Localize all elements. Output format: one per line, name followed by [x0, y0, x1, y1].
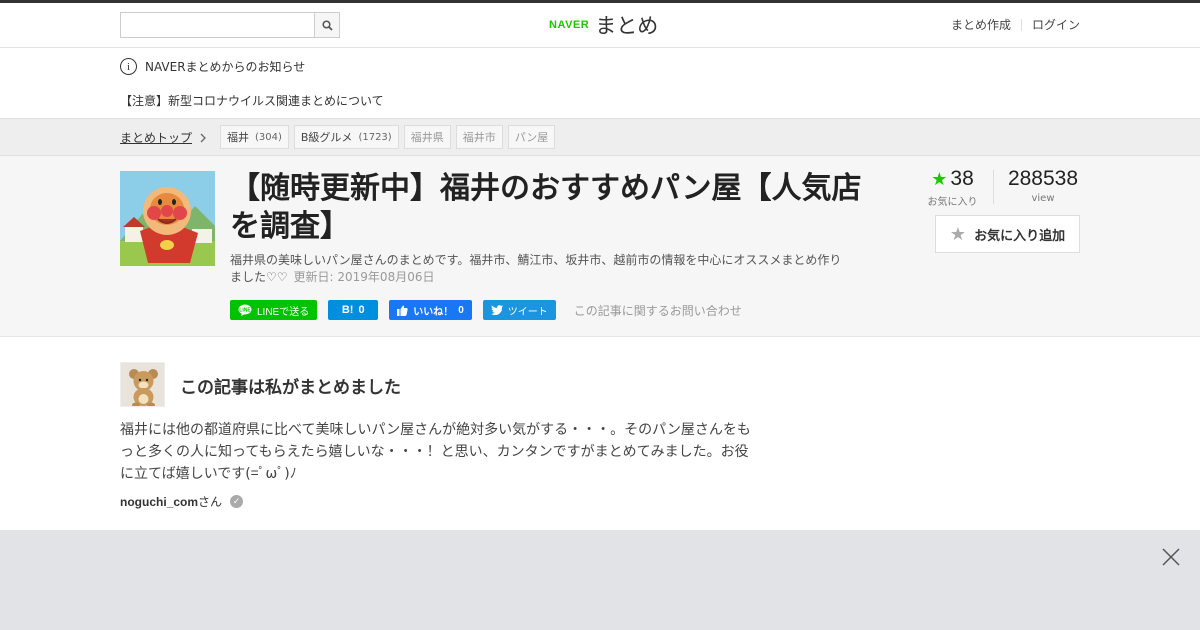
- author-id: noguchi_com: [120, 495, 199, 509]
- breadcrumb-top-label: まとめトップ: [120, 131, 193, 145]
- logo-naver: NAVER: [549, 19, 590, 31]
- add-favorite-label: お気に入り追加: [974, 228, 1066, 244]
- author-name[interactable]: noguchi_comさん ✓: [120, 493, 244, 510]
- share-bar: LINE LINEで送る B! 0 いいね！ 0 ツイート この記事に関するお問…: [230, 300, 742, 320]
- notice-heading: i NAVERまとめからのお知らせ: [120, 58, 305, 75]
- contact-link[interactable]: この記事に関するお問い合わせ: [574, 302, 742, 319]
- article-description: 福井県の美味しいパン屋さんのまとめです。福井市、鯖江市、坂井市、越前市の情報を中…: [230, 252, 850, 286]
- site-logo[interactable]: NAVER まとめ: [549, 9, 658, 41]
- tweet-label: ツイート: [507, 306, 548, 318]
- tag-label: 福井市: [462, 131, 496, 144]
- ad-banner: [0, 530, 1200, 630]
- author-section: この記事は私がまとめました 福井には他の都道府県に比べて美味しいパン屋さんが絶対…: [0, 337, 1200, 530]
- search-box: [120, 12, 340, 38]
- hatena-bookmark-button[interactable]: B! 0: [328, 300, 379, 320]
- search-button[interactable]: [314, 13, 339, 37]
- line-icon: LINE: [238, 304, 252, 316]
- thumbs-up-icon: [397, 305, 408, 316]
- author-avatar[interactable]: [120, 362, 165, 407]
- tag-count: (1723): [358, 131, 392, 143]
- view-label: view: [1031, 193, 1055, 204]
- facebook-like-label: いいね！: [413, 306, 454, 318]
- tweet-button[interactable]: ツイート: [482, 300, 556, 320]
- breadcrumb-top-link[interactable]: まとめトップ: [120, 129, 207, 146]
- line-share-label: LINEで送る: [257, 306, 310, 318]
- svg-text:LINE: LINE: [239, 308, 251, 314]
- facebook-like-count: 0: [458, 304, 464, 316]
- notice-heading-text: NAVERまとめからのお知らせ: [145, 60, 306, 74]
- chevron-right-icon: [200, 133, 206, 142]
- create-matome-link[interactable]: まとめ作成: [951, 16, 1011, 33]
- search-icon: [321, 19, 333, 31]
- verified-check-icon: ✓: [230, 495, 244, 508]
- search-input[interactable]: [121, 13, 314, 37]
- view-stat: 288538 view: [1007, 166, 1079, 204]
- login-link[interactable]: ログイン: [1032, 16, 1080, 33]
- tag-list: 福井 (304) B級グルメ (1723) 福井県 福井市 パン屋: [220, 125, 556, 149]
- top-links: まとめ作成 ログイン: [951, 16, 1080, 33]
- hatena-icon: B!: [341, 304, 354, 316]
- author-comment: 福井には他の都道府県に比べて美味しいパン屋さんが絶対多い気がする・・・。そのパン…: [120, 422, 751, 482]
- tag-count: (304): [255, 131, 282, 143]
- tag-fukui-pref[interactable]: 福井県: [403, 125, 451, 149]
- tag-fukui[interactable]: 福井 (304): [220, 125, 289, 149]
- article-thumbnail: [120, 171, 215, 266]
- view-count: 288538: [1007, 167, 1079, 190]
- twitter-bird-icon: [490, 305, 503, 315]
- top-header: NAVER まとめ まとめ作成 ログイン: [0, 0, 1200, 48]
- add-favorite-button[interactable]: ★ お気に入り追加: [935, 215, 1080, 253]
- tag-label: 福井県: [410, 131, 444, 144]
- tag-label: 福井: [227, 131, 249, 144]
- stat-divider: [993, 170, 994, 204]
- info-icon: i: [120, 58, 137, 75]
- facebook-like-button[interactable]: いいね！ 0: [389, 300, 472, 320]
- breadcrumb-bar: まとめトップ 福井 (304) B級グルメ (1723) 福井県 福井市 パン屋: [0, 118, 1200, 156]
- close-icon[interactable]: [1162, 548, 1180, 566]
- star-outline-icon: ★: [949, 223, 967, 245]
- favorite-label: お気に入り: [927, 197, 978, 208]
- tag-label: B級グルメ: [300, 131, 353, 144]
- tag-fukui-city[interactable]: 福井市: [455, 125, 503, 149]
- notice-link[interactable]: 【注意】新型コロナウイルス関連まとめについて: [120, 92, 384, 109]
- tag-bakery[interactable]: パン屋: [507, 125, 556, 149]
- logo-matome: まとめ: [595, 14, 659, 38]
- notice-area: i NAVERまとめからのお知らせ 【注意】新型コロナウイルス関連まとめについて: [0, 48, 1200, 118]
- author-suffix: さん: [198, 495, 223, 509]
- tag-b-gourmet[interactable]: B級グルメ (1723): [293, 125, 399, 149]
- line-share-button[interactable]: LINE LINEで送る: [230, 300, 318, 320]
- tag-label: パン屋: [514, 131, 549, 144]
- star-icon: ★: [931, 169, 948, 189]
- article-title: 【随時更新中】福井のおすすめパン屋【人気店を調査】: [230, 171, 862, 244]
- favorite-count: 38: [950, 167, 974, 190]
- hatena-count: 0: [358, 304, 365, 316]
- author-heading: この記事は私がまとめました: [180, 378, 401, 398]
- article-stats: ★ 38 お気に入り 288538 view: [925, 166, 1079, 208]
- link-divider: [1020, 18, 1022, 31]
- article-header: 【随時更新中】福井のおすすめパン屋【人気店を調査】 福井県の美味しいパン屋さんの…: [0, 156, 1200, 337]
- favorite-stat: ★ 38 お気に入り: [925, 166, 980, 208]
- updated-date: 更新日: 2019年08月06日: [293, 270, 435, 284]
